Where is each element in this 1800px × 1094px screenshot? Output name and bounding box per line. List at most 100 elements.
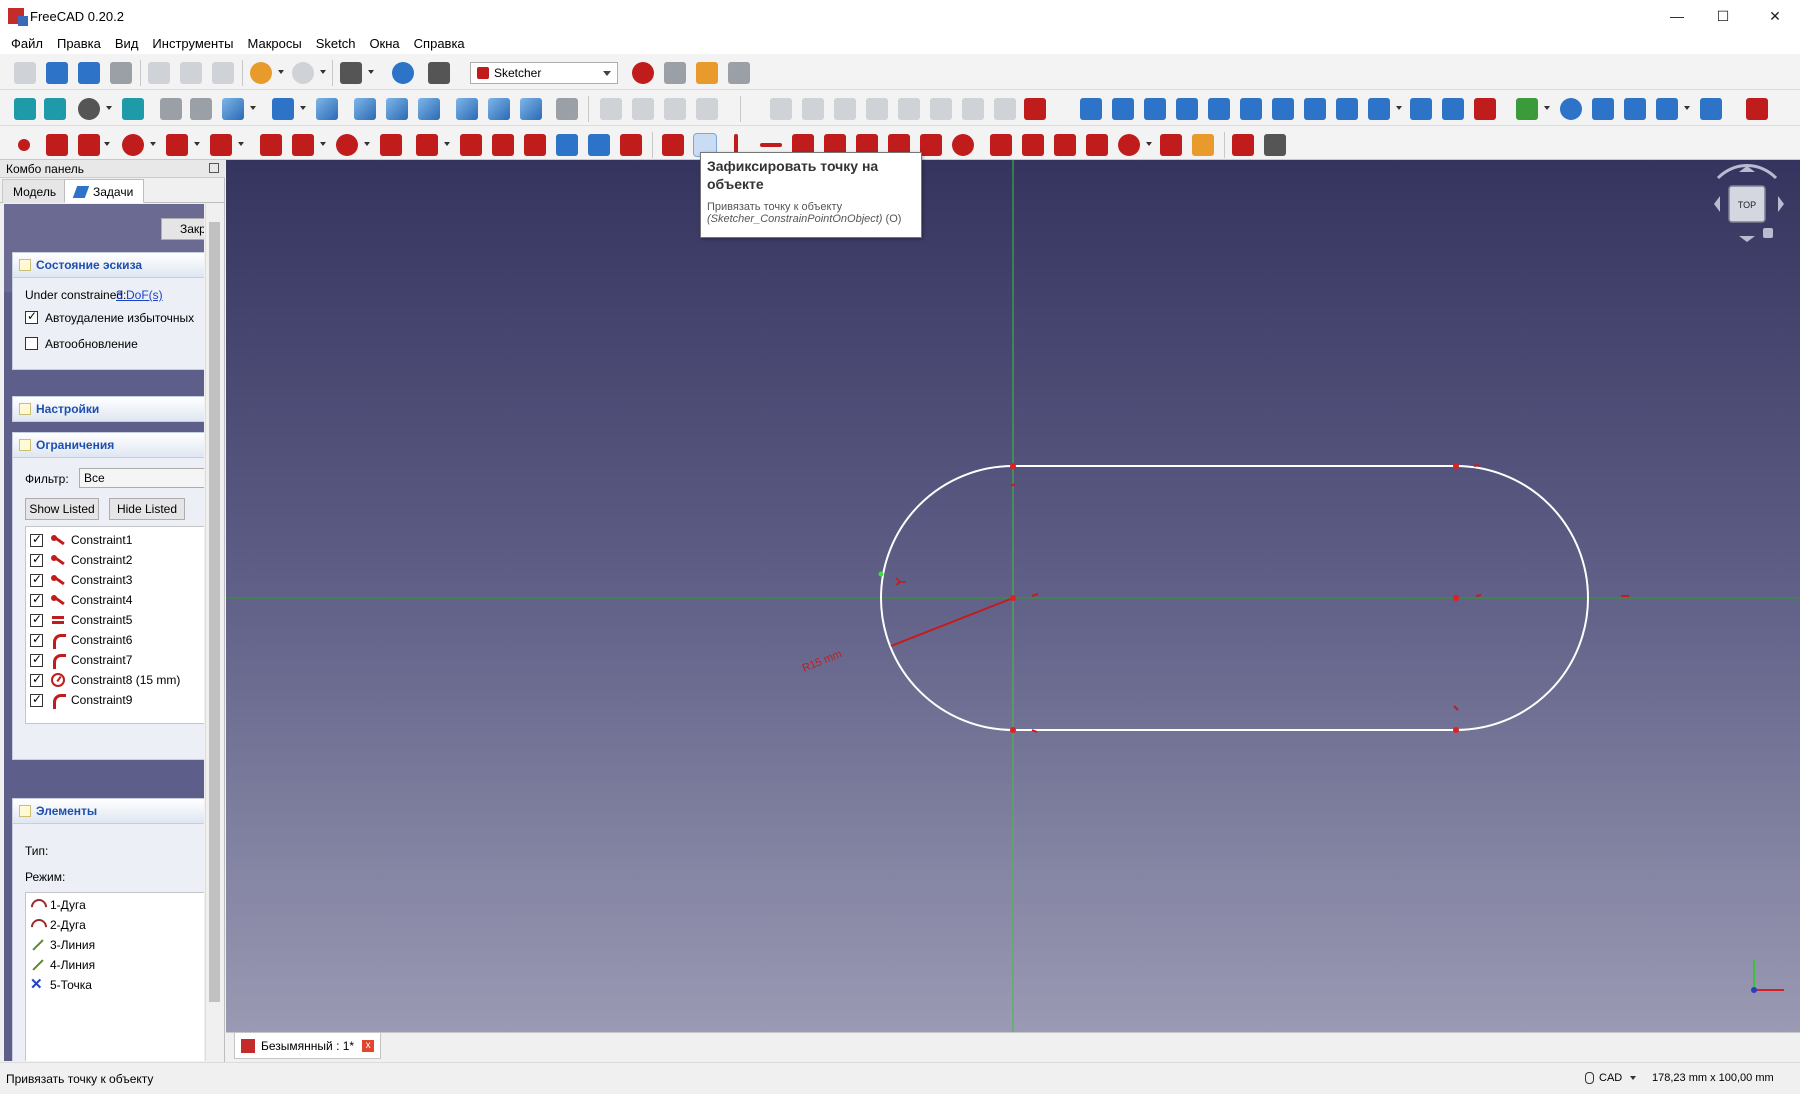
constraint-marker[interactable] xyxy=(1010,483,1016,487)
edit-sketch-icon[interactable] xyxy=(802,98,824,120)
sketch-state-header[interactable]: Состояние эскиза xyxy=(12,252,204,278)
left-view-icon[interactable] xyxy=(520,98,542,120)
select-redundant-icon[interactable] xyxy=(1208,98,1230,120)
minimize-button[interactable]: — xyxy=(1654,0,1700,32)
bspline-increase-degree-icon[interactable] xyxy=(1592,98,1614,120)
navigation-cube[interactable]: TOP xyxy=(1714,164,1784,242)
rear-view-icon[interactable] xyxy=(456,98,478,120)
back-arrow-icon[interactable] xyxy=(160,98,182,120)
constraint-marker[interactable] xyxy=(895,577,906,586)
macro-stop-icon[interactable] xyxy=(664,62,686,84)
constraint-row[interactable]: Constraint1 xyxy=(30,530,132,550)
constraint-checkbox[interactable] xyxy=(30,572,43,587)
bspline-icon[interactable] xyxy=(1516,98,1538,120)
select-conflicting-icon[interactable] xyxy=(1240,98,1262,120)
show-listed-button[interactable]: Show Listed xyxy=(25,498,99,520)
close-button[interactable]: Закрыть xyxy=(161,218,204,240)
paste-icon[interactable] xyxy=(212,62,234,84)
polyline-tool-icon[interactable] xyxy=(260,134,282,156)
view-section-icon[interactable] xyxy=(898,98,920,120)
open-file-icon[interactable] xyxy=(46,62,68,84)
vertex-point[interactable] xyxy=(1010,727,1016,733)
nav-down-arrow[interactable] xyxy=(1739,236,1755,242)
nav-menu-icon[interactable] xyxy=(1763,228,1773,238)
rectangular-array-icon[interactable] xyxy=(1410,98,1432,120)
bspline-decrease-degree-icon[interactable] xyxy=(1624,98,1646,120)
nav-right-arrow[interactable] xyxy=(1778,196,1784,212)
right-view-icon[interactable] xyxy=(418,98,440,120)
menu-windows[interactable]: Окна xyxy=(362,36,406,51)
menu-macro[interactable]: Макросы xyxy=(240,36,308,51)
navigation-style-selector[interactable]: CAD xyxy=(1585,1072,1637,1084)
select-origin-icon[interactable] xyxy=(1112,98,1134,120)
tab-model[interactable]: Модель xyxy=(2,179,68,203)
arc-tool-icon[interactable] xyxy=(78,134,100,156)
menu-help[interactable]: Справка xyxy=(407,36,472,51)
horizontal-constraint-icon[interactable] xyxy=(760,143,782,147)
top-view-icon[interactable] xyxy=(386,98,408,120)
constraint-marker[interactable] xyxy=(1453,705,1459,711)
menu-edit[interactable]: Правка xyxy=(50,36,108,51)
workbench-selector[interactable]: Sketcher xyxy=(470,62,618,84)
construction-mode-icon[interactable] xyxy=(620,134,642,156)
bottom-view-icon[interactable] xyxy=(488,98,510,120)
fit-all-icon[interactable] xyxy=(14,98,36,120)
macro-edit-icon[interactable] xyxy=(696,62,718,84)
map-sketch-icon[interactable] xyxy=(930,98,952,120)
clone-icon[interactable] xyxy=(1368,98,1390,120)
radius-constraint-icon[interactable] xyxy=(1118,134,1140,156)
menu-file[interactable]: Файл xyxy=(4,36,50,51)
copy-icon[interactable] xyxy=(180,62,202,84)
conic-tool-icon[interactable] xyxy=(166,134,188,156)
undo-icon[interactable] xyxy=(250,62,272,84)
split-tool-icon[interactable] xyxy=(524,134,546,156)
auto-update-checkbox[interactable] xyxy=(25,337,38,350)
remove-axes-alignment-icon[interactable] xyxy=(1442,98,1464,120)
cut-icon[interactable] xyxy=(148,62,170,84)
constraint-row[interactable]: Constraint8 (15 mm) xyxy=(30,670,180,690)
element-row[interactable]: 3-Линия xyxy=(30,935,95,955)
hide-listed-button[interactable]: Hide Listed xyxy=(109,498,185,520)
elements-header[interactable]: Элементы xyxy=(12,798,204,824)
group-icon[interactable] xyxy=(632,98,654,120)
horizontal-distance-icon[interactable] xyxy=(1022,134,1044,156)
bounding-box-icon[interactable] xyxy=(122,98,144,120)
menu-view[interactable]: Вид xyxy=(108,36,146,51)
constraint-checkbox[interactable] xyxy=(30,532,43,547)
constraint-checkbox[interactable] xyxy=(30,692,43,707)
polygon-tool-icon[interactable] xyxy=(336,134,358,156)
constraint-checkbox[interactable] xyxy=(30,552,43,567)
constraint-checkbox[interactable] xyxy=(30,632,43,647)
element-row[interactable]: 5-Точка xyxy=(30,975,92,995)
zoom-icon[interactable] xyxy=(272,98,294,120)
constraint-row[interactable]: Constraint3 xyxy=(30,570,132,590)
fillet-tool-icon[interactable] xyxy=(416,134,438,156)
constraint-checkbox[interactable] xyxy=(30,612,43,627)
constraint-row[interactable]: Constraint7 xyxy=(30,650,132,670)
fit-selection-icon[interactable] xyxy=(44,98,66,120)
tab-tasks[interactable]: Задачи xyxy=(64,179,145,203)
constraint-checkbox[interactable] xyxy=(30,592,43,607)
line-tool-icon[interactable] xyxy=(46,134,68,156)
draw-style-icon[interactable] xyxy=(78,98,100,120)
whats-this-icon[interactable] xyxy=(428,62,450,84)
bspline-curvature-icon[interactable] xyxy=(1560,98,1582,120)
scrollbar-thumb[interactable] xyxy=(209,222,220,1002)
close-tab-icon[interactable]: x xyxy=(362,1039,375,1052)
toggle-driving-icon[interactable] xyxy=(1232,134,1254,156)
vertex-point[interactable] xyxy=(1453,463,1459,469)
angle-constraint-icon[interactable] xyxy=(1160,134,1182,156)
settings-header[interactable]: Настройки xyxy=(12,396,204,422)
nav-left-arrow[interactable] xyxy=(1714,196,1720,212)
snell-law-icon[interactable] xyxy=(1192,134,1214,156)
merge-sketches-icon[interactable] xyxy=(1024,98,1046,120)
constraint-row[interactable]: Constraint4 xyxy=(30,590,132,610)
constraint-checkbox[interactable] xyxy=(30,672,43,687)
distance-constraint-icon[interactable] xyxy=(1086,134,1108,156)
restore-internal-alignment-icon[interactable] xyxy=(1304,98,1326,120)
maximize-button[interactable]: ☐ xyxy=(1700,0,1746,32)
external-geometry-icon[interactable] xyxy=(556,134,578,156)
macro-record-icon[interactable] xyxy=(632,62,654,84)
symmetry-icon[interactable] xyxy=(1336,98,1358,120)
menu-sketch[interactable]: Sketch xyxy=(309,36,363,51)
